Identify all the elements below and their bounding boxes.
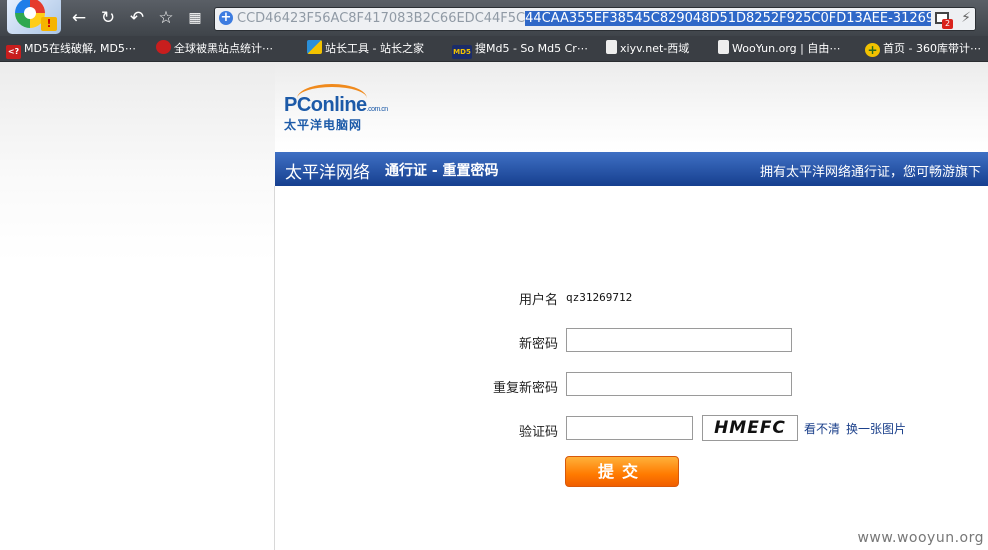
logo-dot: .com.cn (366, 106, 389, 113)
username-label: 用户名 (518, 293, 558, 308)
grid-icon[interactable]: ▦ (186, 9, 204, 27)
undo-icon[interactable]: ↶ (128, 9, 146, 27)
tab-count-badge: 2 (942, 19, 953, 29)
bookmarks-bar: <? MD5在线破解, MD5⋯ 全球被黑站点统计⋯ 站长工具 - 站长之家 MD… (0, 36, 988, 62)
bolt-icon[interactable]: ⚡ (961, 10, 971, 26)
new-password-label: 新密码 (518, 337, 558, 352)
page-icon (606, 40, 617, 54)
md5-site-icon: <? (6, 45, 21, 59)
page-title: 通行证 - 重置密码 (385, 163, 499, 179)
hacked-stats-icon (156, 40, 171, 54)
captcha-refresh-link[interactable]: 换一张图片 (846, 420, 906, 437)
page-left-gutter (0, 62, 275, 550)
banner-brand: 太平洋网络 (285, 163, 370, 183)
logo-cn: 太平洋电脑网 (284, 118, 363, 132)
captcha-field[interactable] (566, 416, 693, 440)
bookmark-hacked-stats[interactable]: 全球被黑站点统计⋯ (156, 40, 273, 57)
address-url-plain: CCD46423F56AC8F417083B2C66EDC44F5C (237, 11, 526, 26)
address-url-selected: 44CAA355EF38545C829048D51D8252F925C0FD13… (525, 11, 959, 26)
bookmark-label: 全球被黑站点统计⋯ (174, 42, 273, 55)
repeat-password-field[interactable] (566, 372, 792, 396)
bookmark-label: xiyv.net-西域 (620, 42, 690, 55)
logo-word: PConline (284, 94, 367, 116)
address-text[interactable]: CCD46423F56AC8F417083B2C66EDC44F5C44CAA3… (237, 11, 959, 26)
address-actions: 2 ⚡ (931, 8, 975, 30)
browser-logo[interactable]: ! (7, 0, 61, 34)
bookmark-label: WooYun.org | 自由⋯ (732, 42, 841, 55)
pconline-logo[interactable]: PConline.com.cn 太平洋电脑网 (284, 84, 396, 132)
bookmark-somd5[interactable]: MD5 搜Md5 - So Md5 Cr⋯ (452, 40, 588, 59)
back-icon[interactable]: ← (70, 9, 88, 27)
content-divider (274, 186, 275, 550)
page-banner: 太平洋网络 通行证 - 重置密码 拥有太平洋网络通行证，您可畅游旗下 (275, 152, 988, 186)
logo-badge: ! (41, 17, 57, 31)
bookmark-label: 首页 - 360库带计⋯ (883, 42, 981, 55)
bookmark-label: 站长工具 - 站长之家 (325, 42, 424, 55)
chinaz-icon (307, 40, 322, 54)
captcha-unclear-link[interactable]: 看不清 (804, 420, 840, 437)
somd5-icon: MD5 (452, 45, 472, 59)
submit-button[interactable]: 提交 (565, 456, 679, 487)
browser-toolbar: ! ← ↻ ↶ ☆ ▦ + CCD46423F56AC8F417083B2C66… (0, 0, 988, 36)
bookmark-chinaz[interactable]: 站长工具 - 站长之家 (307, 40, 424, 57)
bookmark-360[interactable]: + 首页 - 360库带计⋯ (865, 40, 981, 57)
reload-icon[interactable]: ↻ (99, 9, 117, 27)
repeat-password-label: 重复新密码 (492, 381, 558, 396)
logo-wordmark: PConline.com.cn (284, 94, 388, 117)
bookmark-xiyv[interactable]: xiyv.net-西域 (606, 40, 689, 57)
star-icon[interactable]: ☆ (157, 9, 175, 27)
username-value: qz31269712 (566, 291, 633, 304)
captcha-image[interactable]: HMEFC (702, 415, 798, 441)
captcha-label: 验证码 (518, 425, 558, 440)
watermark: www.wooyun.org (857, 530, 984, 546)
bookmark-label: MD5在线破解, MD5⋯ (24, 42, 136, 55)
site-info-icon[interactable]: + (219, 11, 233, 25)
banner-tagline: 拥有太平洋网络通行证，您可畅游旗下 (760, 165, 982, 180)
address-bar[interactable]: + CCD46423F56AC8F417083B2C66EDC44F5C44CA… (214, 7, 976, 31)
new-password-field[interactable] (566, 328, 792, 352)
page-icon (718, 40, 729, 54)
plus-circle-icon: + (865, 43, 880, 57)
bookmark-label: 搜Md5 - So Md5 Cr⋯ (475, 42, 588, 55)
bookmark-md5[interactable]: <? MD5在线破解, MD5⋯ (6, 40, 136, 59)
bookmark-wooyun[interactable]: WooYun.org | 自由⋯ (718, 40, 840, 57)
